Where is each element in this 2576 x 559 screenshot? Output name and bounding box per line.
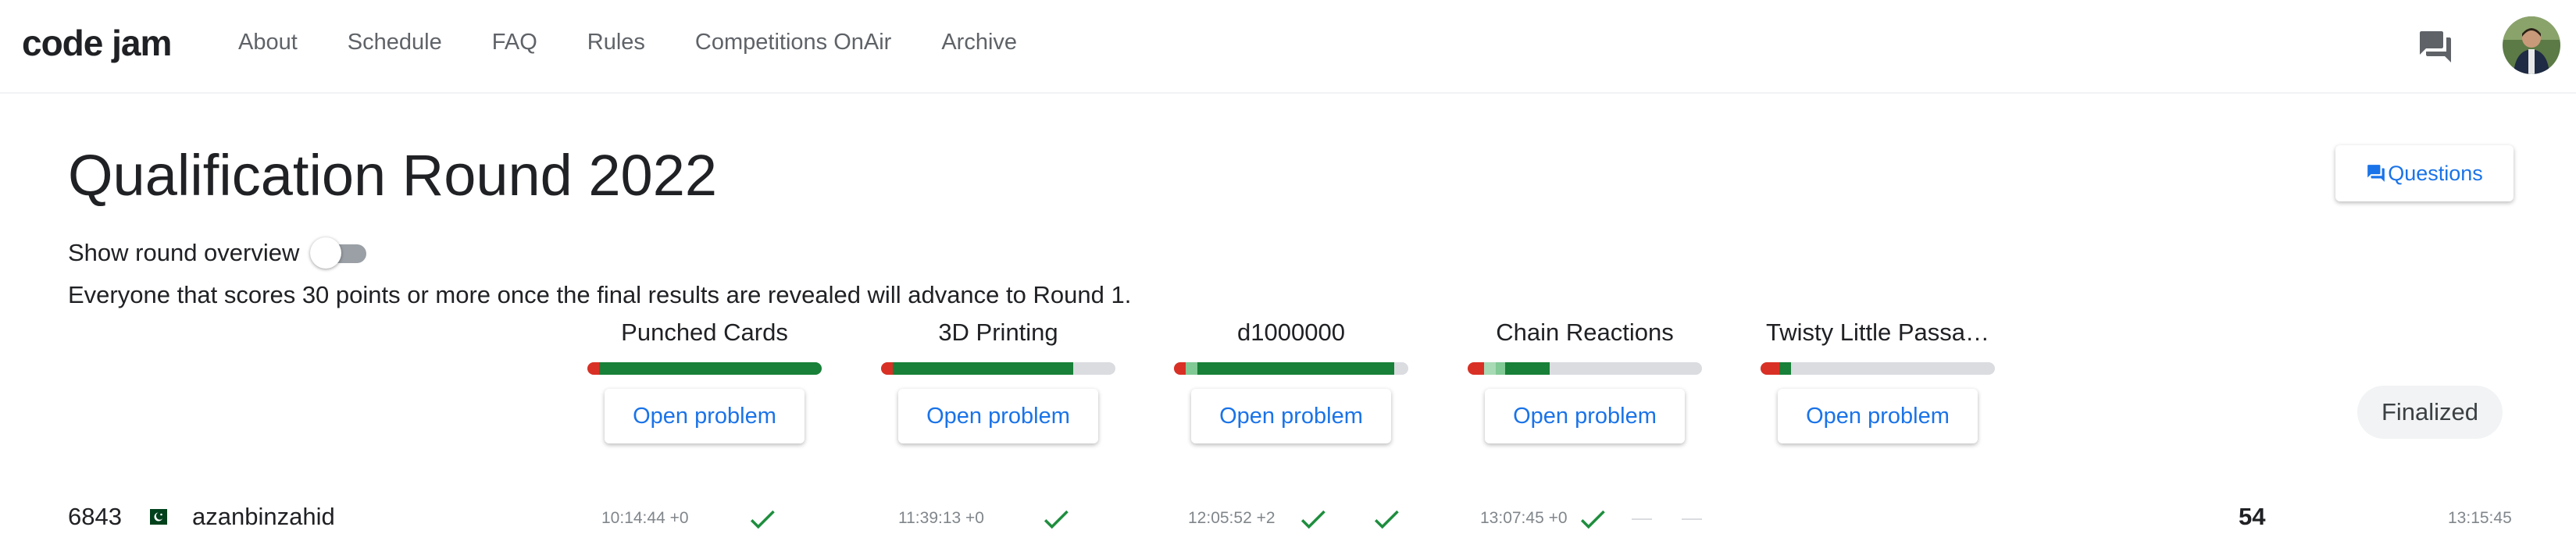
advance-note: Everyone that scores 30 points or more o… — [68, 281, 1132, 308]
pakistan-flag-icon — [144, 509, 167, 525]
solve-time: 13:07:45 +0 — [1480, 509, 1568, 527]
progress-segment — [1186, 362, 1197, 375]
progress-segment — [1468, 362, 1484, 375]
problem-progress-bar — [1761, 362, 1995, 375]
problem-title: Twisty Little Passa… — [1766, 319, 1989, 346]
problem-title: Chain Reactions — [1496, 319, 1674, 346]
progress-segment — [1496, 362, 1505, 375]
open-problem-button[interactable]: Open problem — [1778, 389, 1978, 443]
progress-segment — [1484, 362, 1496, 375]
problem-progress-bar — [1468, 362, 1702, 375]
problem-column: Chain Reactions Open problem — [1468, 319, 1702, 451]
top-app-bar: code jam About Schedule FAQ Rules Compet… — [0, 0, 2576, 94]
progress-segment — [599, 362, 822, 375]
progress-segment — [587, 362, 599, 375]
status-badge: Finalized — [2357, 386, 2503, 439]
progress-segment — [1197, 362, 1394, 375]
rank: 6843 — [68, 503, 122, 530]
questions-label: Questions — [2388, 161, 2483, 185]
problem-title: Punched Cards — [621, 319, 788, 346]
total-score: 54 — [2239, 503, 2266, 530]
nav-schedule[interactable]: Schedule — [348, 30, 442, 55]
problem-progress-bar — [881, 362, 1115, 375]
questions-button[interactable]: Questions — [2335, 145, 2514, 201]
open-problem-button[interactable]: Open problem — [1485, 389, 1685, 443]
unsolved-dash — [1682, 518, 1702, 520]
nav-about[interactable]: About — [238, 30, 298, 55]
nav-competitions-onair[interactable]: Competitions OnAir — [695, 30, 891, 55]
code-jam-logo[interactable]: code jam — [22, 22, 172, 64]
main-nav: About Schedule FAQ Rules Competitions On… — [238, 30, 1067, 55]
toggle-knob — [310, 237, 342, 269]
problem-column: 3D Printing Open problem — [881, 319, 1115, 451]
solve-time: 10:14:44 +0 — [601, 509, 689, 527]
progress-segment — [1174, 362, 1186, 375]
forum-small-icon — [2367, 165, 2385, 182]
open-problem-button[interactable]: Open problem — [605, 389, 805, 443]
progress-segment — [893, 362, 1073, 375]
progress-segment — [1761, 362, 1779, 375]
progress-segment — [1505, 362, 1550, 375]
problem-column: Twisty Little Passa… Open problem — [1761, 319, 1995, 451]
problem-column: Punched Cards Open problem — [587, 319, 822, 451]
check-icon — [1580, 510, 1605, 529]
check-icon — [1044, 510, 1069, 529]
avatar[interactable] — [2503, 16, 2560, 74]
forum-icon[interactable] — [2417, 28, 2454, 66]
penalty-time: 13:15:45 — [2448, 509, 2512, 527]
round-overview-row: Show round overview — [68, 237, 368, 269]
open-problem-button[interactable]: Open problem — [898, 389, 1098, 443]
problem-title: d1000000 — [1237, 319, 1345, 346]
progress-segment — [881, 362, 893, 375]
check-icon — [750, 510, 775, 529]
unsolved-dash — [1632, 518, 1652, 520]
nav-rules[interactable]: Rules — [587, 30, 645, 55]
nav-archive[interactable]: Archive — [941, 30, 1017, 55]
check-icon — [1300, 510, 1325, 529]
overview-label: Show round overview — [68, 239, 300, 266]
problem-progress-bar — [1174, 362, 1408, 375]
progress-segment — [1779, 362, 1791, 375]
page-title: Qualification Round 2022 — [68, 143, 718, 208]
check-icon — [1374, 510, 1399, 529]
problem-progress-bar — [587, 362, 822, 375]
overview-toggle[interactable] — [310, 237, 368, 269]
solve-time: 11:39:13 +0 — [898, 509, 984, 527]
open-problem-button[interactable]: Open problem — [1191, 389, 1391, 443]
problem-column: d1000000 Open problem — [1174, 319, 1408, 451]
username[interactable]: azanbinzahid — [192, 503, 335, 531]
problem-title: 3D Printing — [938, 319, 1058, 346]
solve-time: 12:05:52 +2 — [1188, 509, 1276, 527]
nav-faq[interactable]: FAQ — [492, 30, 537, 55]
